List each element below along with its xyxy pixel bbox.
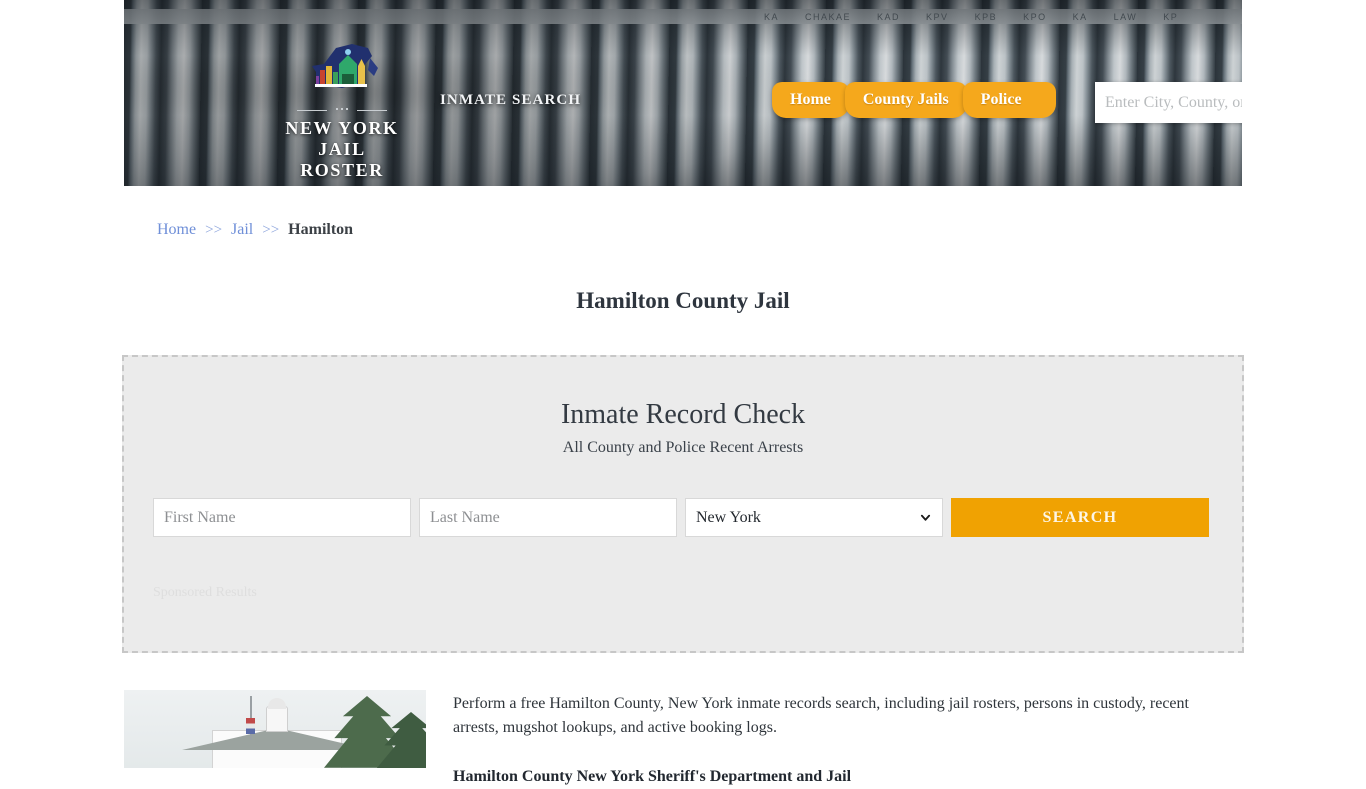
nav-tab-home[interactable]: Home xyxy=(772,82,849,118)
inmate-search-form: New York SEARCH xyxy=(153,498,1209,537)
site-logo[interactable]: NEW YORK JAIL ROSTER xyxy=(276,42,408,181)
page-body: Perform a free Hamilton County, New York… xyxy=(453,692,1213,789)
chevron-down-icon xyxy=(920,514,931,521)
intro-paragraph: Perform a free Hamilton County, New York… xyxy=(453,695,1189,736)
site-header: KA CHAKAE KAD KPV KPB KPO KA LAW KP xyxy=(124,0,1242,186)
inmate-record-check-panel: Inmate Record Check All County and Polic… xyxy=(122,355,1244,653)
photo-cupola xyxy=(266,706,288,732)
state-select[interactable]: New York xyxy=(685,498,943,537)
breadcrumb-current: Hamilton xyxy=(288,221,354,238)
breadcrumb-separator: >> xyxy=(262,222,280,238)
breadcrumb: Home >> Jail >> Hamilton xyxy=(157,221,353,239)
logo-text-line1: NEW YORK xyxy=(285,118,399,138)
new-york-state-logo-icon xyxy=(296,42,388,102)
breadcrumb-link-jail[interactable]: Jail xyxy=(231,221,253,238)
breadcrumb-separator: >> xyxy=(205,222,223,238)
nav-tab-county-jails[interactable]: County Jails xyxy=(844,82,967,118)
header-search xyxy=(1095,82,1242,123)
nav-tab-police[interactable]: Police xyxy=(962,82,1056,118)
main-navigation: Home County Jails Police xyxy=(772,82,1056,118)
logo-dots-icon xyxy=(336,108,348,110)
section-subheading: Hamilton County New York Sheriff's Depar… xyxy=(453,768,852,785)
hamilton-county-courthouse-photo[interactable] xyxy=(124,690,426,768)
logo-divider xyxy=(297,106,387,115)
panel-title: Inmate Record Check xyxy=(560,399,806,430)
panel-subtitle: All County and Police Recent Arrests xyxy=(562,439,804,456)
first-name-input[interactable] xyxy=(153,498,411,537)
photo-flag xyxy=(246,718,255,734)
page-title: Hamilton County Jail xyxy=(576,288,790,314)
state-select-value: New York xyxy=(696,508,761,526)
site-tagline: INMATE SEARCH xyxy=(440,92,582,108)
inmate-search-button[interactable]: SEARCH xyxy=(951,498,1209,537)
header-search-input[interactable] xyxy=(1095,82,1242,123)
last-name-input[interactable] xyxy=(419,498,677,537)
logo-text-line2: JAIL ROSTER xyxy=(300,139,384,180)
photo-dome xyxy=(268,698,286,709)
breadcrumb-link-home[interactable]: Home xyxy=(157,221,196,238)
ny-state-shape xyxy=(312,44,378,88)
sponsored-results-label: Sponsored Results xyxy=(153,585,257,600)
